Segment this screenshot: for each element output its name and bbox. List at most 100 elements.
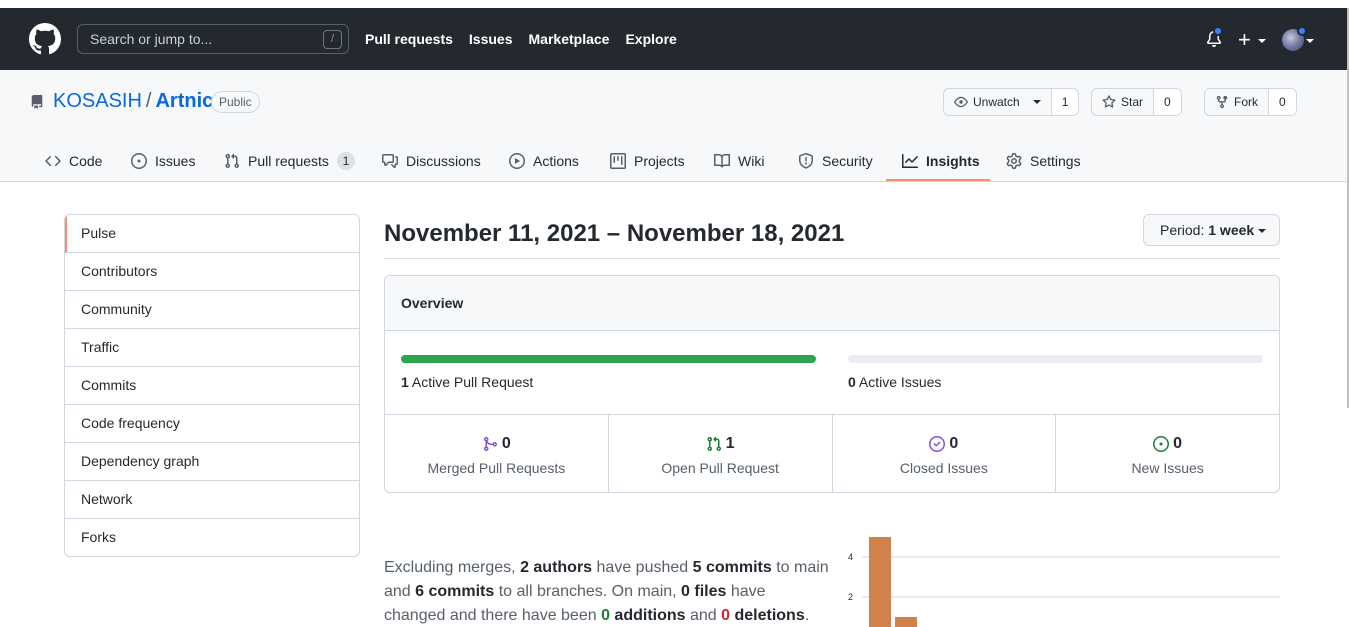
tab-settings[interactable]: Settings [1006,140,1081,182]
pull-requests-count-badge: 1 [336,152,355,170]
stat-new-issues-label: New Issues [1131,460,1204,476]
commit-summary: Excluding merges, 2 authors have pushed … [384,556,829,627]
summary-text-7: . [804,607,810,624]
period-label: Period: [1160,222,1205,238]
stat-merged-prs-label: Merged Pull Requests [427,460,566,476]
github-logo-icon[interactable] [29,23,61,55]
divider [384,258,1280,259]
overview-stats-row: 0 Merged Pull Requests 1 Open Pull Reque… [385,414,1279,492]
active-issues-label: Active Issues [858,374,942,390]
repo-name-link[interactable]: Artnic [155,90,213,112]
pull-request-icon [225,153,240,169]
active-issues-count: 0 [848,374,856,390]
global-header: Search or jump to... / Pull requests Iss… [0,8,1347,70]
shield-icon [799,153,813,169]
overview-title: Overview [385,276,1279,331]
repo-owner-link[interactable]: KOSASIH [53,90,142,112]
active-issues-summary[interactable]: 0 Active Issues [848,374,941,390]
star-button[interactable]: Star [1092,89,1155,115]
visibility-badge: Public [211,91,260,113]
active-pr-summary[interactable]: 1 Active Pull Request [401,374,533,390]
tab-actions[interactable]: Actions [509,140,579,182]
stat-closed-issues[interactable]: 0 Closed Issues [833,415,1057,492]
tab-discussions[interactable]: Discussions [382,140,481,182]
book-icon [714,153,730,168]
sidebar-item-community[interactable]: Community [65,291,359,329]
summary-additions-word: additions [609,607,686,624]
stat-open-prs[interactable]: 1 Open Pull Request [609,415,833,492]
search-placeholder: Search or jump to... [90,31,213,47]
summary-authors-link[interactable]: 2 authors [520,559,592,576]
tab-code-label: Code [69,153,103,169]
summary-commits-main: 5 commits [692,559,772,576]
stat-merged-prs[interactable]: 0 Merged Pull Requests [385,415,609,492]
tab-security[interactable]: Security [798,140,873,182]
tab-projects[interactable]: Projects [610,140,685,182]
avatar-caret-icon[interactable] [1306,39,1314,43]
sidebar-item-traffic[interactable]: Traffic [65,329,359,367]
selected-tab-underline [886,179,990,181]
period-value: 1 week [1208,222,1255,238]
star-count[interactable]: 0 [1154,89,1181,115]
nav-explore[interactable]: Explore [625,31,676,47]
summary-text-6: and [685,607,722,624]
search-input[interactable]: Search or jump to... / [77,24,349,54]
sidebar-item-contributors[interactable]: Contributors [65,253,359,291]
chart-bar[interactable] [895,617,917,627]
nav-pull-requests[interactable]: Pull requests [365,31,453,47]
create-new-plus-icon[interactable]: + [1238,28,1251,52]
fork-button-group: Fork 0 [1204,88,1297,116]
nav-marketplace[interactable]: Marketplace [529,31,610,47]
tab-code[interactable]: Code [45,140,102,182]
unwatch-button[interactable]: Unwatch [944,89,1052,115]
sidebar-item-commits[interactable]: Commits [65,367,359,405]
stat-open-prs-label: Open Pull Request [661,460,779,476]
tab-projects-label: Projects [634,153,685,169]
repo-separator: / [145,90,152,112]
create-new-caret-icon[interactable] [1258,39,1266,43]
pulse-date-range: November 11, 2021 – November 18, 2021 [384,220,845,247]
fork-button[interactable]: Fork [1205,89,1269,115]
issue-closed-icon [929,436,946,452]
star-button-group: Star 0 [1091,88,1182,116]
fork-count[interactable]: 0 [1269,89,1296,115]
star-icon [1102,95,1116,108]
repo-title: KOSASIH / Artnic [53,90,213,113]
tab-insights[interactable]: Insights [902,140,980,182]
commits-bar-chart: 24 [848,537,1280,627]
gear-icon [1006,153,1022,169]
issue-icon [131,153,147,169]
stat-new-issues[interactable]: 0 New Issues [1056,415,1279,492]
summary-deletions-word: deletions [730,607,805,624]
stat-closed-issues-value: 0 [949,435,959,452]
global-nav: Pull requests Issues Marketplace Explore [365,8,677,70]
tab-issues[interactable]: Issues [131,140,195,182]
tab-wiki[interactable]: Wiki [714,140,764,182]
git-merge-icon [483,437,497,451]
repo-tabs: Code Issues Pull requests 1 Discussions … [0,140,1347,182]
insights-sidebar: Pulse Contributors Community Traffic Com… [64,214,360,557]
sidebar-item-forks[interactable]: Forks [65,519,359,556]
tab-wiki-label: Wiki [738,153,765,169]
tab-pull-requests[interactable]: Pull requests 1 [224,140,355,182]
nav-issues[interactable]: Issues [469,31,513,47]
stat-open-prs-value: 1 [725,435,735,452]
summary-text-1: Excluding merges, [384,559,521,576]
sidebar-item-code-frequency[interactable]: Code frequency [65,405,359,443]
tab-security-label: Security [822,153,873,169]
sidebar-item-pulse[interactable]: Pulse [65,215,359,253]
summary-deletions-num: 0 [721,607,731,624]
search-shortcut-key: / [323,30,342,49]
sidebar-item-network[interactable]: Network [65,481,359,519]
active-pr-label: Active Pull Request [411,374,534,390]
graph-icon [902,154,918,168]
watch-count[interactable]: 1 [1051,89,1079,115]
period-select-button[interactable]: Period: 1 week [1143,214,1280,246]
code-icon [45,155,61,167]
sidebar-item-dependency-graph[interactable]: Dependency graph [65,443,359,481]
active-issues-bar-track [848,355,1263,363]
stat-merged-prs-value: 0 [501,435,511,452]
tab-insights-label: Insights [926,153,980,169]
active-pr-count: 1 [401,374,409,390]
chart-bar[interactable] [869,537,891,627]
